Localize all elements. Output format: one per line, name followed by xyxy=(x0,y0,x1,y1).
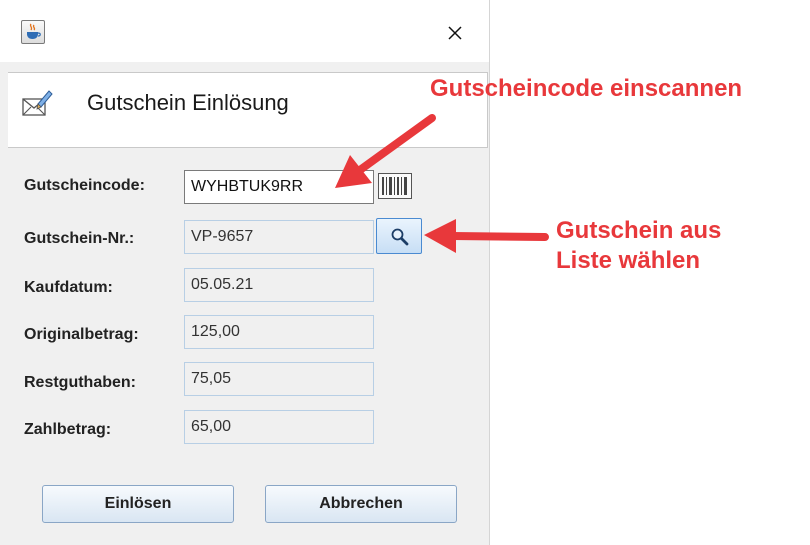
voucher-dialog: Gutschein Einlösung Gutscheincode: Gutsc… xyxy=(0,0,490,545)
title-bar xyxy=(0,0,489,62)
kaufdatum-label: Kaufdatum: xyxy=(24,279,113,296)
list-hint-annotation-line2: Liste wählen xyxy=(556,247,701,274)
restguthaben-label: Restguthaben: xyxy=(24,374,136,391)
restguthaben-field xyxy=(184,362,374,396)
zahlbetrag-label: Zahlbetrag: xyxy=(24,421,112,438)
gutschein-nr-label: Gutschein-Nr.: xyxy=(24,230,135,247)
scan-hint-annotation: Gutscheincode einscannen xyxy=(430,75,743,102)
originalbetrag-field xyxy=(184,315,374,349)
barcode-icon[interactable] xyxy=(378,173,412,199)
gutschein-nr-field xyxy=(184,220,374,254)
originalbetrag-label: Originalbetrag: xyxy=(24,326,139,343)
redeem-button[interactable]: Einlösen xyxy=(42,485,234,523)
java-cup-icon xyxy=(21,20,45,44)
dialog-header: Gutschein Einlösung xyxy=(8,72,488,148)
gutscheincode-input[interactable] xyxy=(184,170,374,204)
list-hint-annotation-line1: Gutschein aus xyxy=(556,217,722,244)
cancel-button[interactable]: Abbrechen xyxy=(265,485,457,523)
search-voucher-button[interactable] xyxy=(376,218,422,254)
dialog-title: Gutschein Einlösung xyxy=(87,90,289,115)
kaufdatum-field xyxy=(184,268,374,302)
gutscheincode-label: Gutscheincode: xyxy=(24,177,145,194)
magnifier-icon xyxy=(391,228,409,246)
close-icon[interactable] xyxy=(440,18,470,48)
envelope-pen-icon xyxy=(20,87,54,126)
zahlbetrag-field xyxy=(184,410,374,444)
